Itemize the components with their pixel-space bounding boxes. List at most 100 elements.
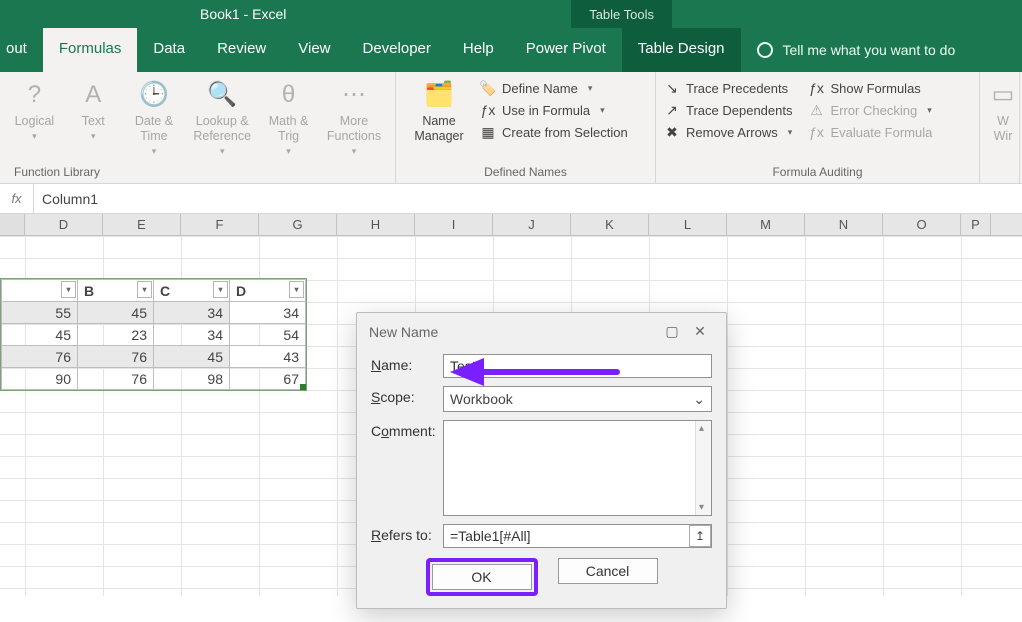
more-icon: ⋯	[339, 80, 369, 110]
tag-icon: 🏷️	[480, 80, 496, 96]
tab-help[interactable]: Help	[447, 28, 510, 72]
table-row[interactable]: 45 23 34 54	[2, 324, 306, 346]
col-header-D[interactable]: D	[25, 214, 103, 235]
chevron-down-icon: ▾	[152, 146, 157, 157]
lightbulb-icon	[757, 42, 773, 58]
tab-partial[interactable]: out	[0, 28, 43, 72]
remove-arrows-button[interactable]: ✖ Remove Arrows▾	[664, 124, 792, 140]
ok-button[interactable]: OK	[432, 564, 532, 590]
tab-data[interactable]: Data	[137, 28, 201, 72]
lookup-button[interactable]: 🔍 Lookup & Reference ▾	[188, 76, 256, 157]
use-in-formula-button[interactable]: ƒx Use in Formula▾	[480, 102, 628, 118]
show-formulas-button[interactable]: ƒx Show Formulas	[808, 80, 932, 96]
group-title-defined-names: Defined Names	[404, 163, 647, 181]
chevron-down-icon: ▾	[32, 131, 37, 142]
filter-icon[interactable]: ▾	[289, 281, 304, 298]
workbook-title: Book1 - Excel	[200, 6, 286, 22]
header-B[interactable]: B▾	[78, 280, 154, 302]
create-from-selection-button[interactable]: ▦ Create from Selection	[480, 124, 628, 140]
theta-icon: θ	[274, 80, 304, 110]
col-header-L[interactable]: L	[649, 214, 727, 235]
header-left-partial[interactable]: ▾	[2, 280, 78, 302]
col-header-F[interactable]: F	[181, 214, 259, 235]
group-formula-auditing: ↘ Trace Precedents ↗ Trace Dependents ✖ …	[656, 72, 980, 183]
name-label: Name:	[371, 354, 443, 373]
trace-precedents-icon: ↘	[664, 80, 680, 96]
col-header-J[interactable]: J	[493, 214, 571, 235]
tab-table-design[interactable]: Table Design	[622, 28, 741, 72]
col-header-I[interactable]: I	[415, 214, 493, 235]
chevron-down-icon: ▾	[600, 105, 605, 116]
formula-input[interactable]: Column1	[34, 184, 1022, 213]
group-defined-names: 🗂️ Name Manager 🏷️ Define Name▾ ƒx Use i…	[396, 72, 656, 183]
tab-formulas[interactable]: Formulas	[43, 28, 138, 72]
trace-precedents-button[interactable]: ↘ Trace Precedents	[664, 80, 792, 96]
name-input[interactable]	[443, 354, 712, 378]
remove-arrows-icon: ✖	[664, 124, 680, 140]
error-checking-icon: ⚠	[808, 102, 824, 118]
clock-icon: 🕒	[139, 80, 169, 110]
name-manager-button[interactable]: 🗂️ Name Manager	[404, 76, 474, 144]
col-header-partial[interactable]	[0, 214, 25, 235]
title-bar: Book1 - Excel Table Tools	[0, 0, 1022, 28]
comment-textarea[interactable]	[443, 420, 712, 516]
col-header-M[interactable]: M	[727, 214, 805, 235]
chevron-down-icon: ▾	[286, 146, 291, 157]
more-functions-button[interactable]: ⋯ More Functions ▾	[321, 76, 387, 157]
tell-me-text: Tell me what you want to do	[783, 42, 956, 58]
chevron-down-icon: ▾	[91, 131, 96, 142]
close-icon[interactable]: ✕	[686, 323, 714, 340]
error-checking-button[interactable]: ⚠ Error Checking▾	[808, 102, 932, 118]
tell-me[interactable]: Tell me what you want to do	[757, 28, 956, 72]
excel-table[interactable]: ▾ B▾ C▾ D▾ 55 45 34 34 45 23 34 54 76 76…	[0, 278, 307, 391]
cancel-button[interactable]: Cancel	[558, 558, 658, 584]
logical-button[interactable]: ? Logical ▾	[8, 76, 61, 142]
group-watch-partial: ▭ W Wir	[980, 72, 1020, 183]
watch-icon: ▭	[988, 80, 1018, 110]
chevron-down-icon: ▾	[220, 146, 225, 157]
maximize-icon[interactable]: ▢	[658, 323, 686, 340]
scrollbar[interactable]	[695, 421, 711, 515]
formula-bar: fx Column1	[0, 184, 1022, 214]
text-button[interactable]: A Text ▾	[67, 76, 120, 142]
dialog-titlebar[interactable]: New Name ▢ ✕	[357, 313, 726, 350]
trace-dependents-button[interactable]: ↗ Trace Dependents	[664, 102, 792, 118]
col-header-K[interactable]: K	[571, 214, 649, 235]
col-header-P[interactable]: P	[961, 214, 991, 235]
col-header-H[interactable]: H	[337, 214, 415, 235]
col-header-N[interactable]: N	[805, 214, 883, 235]
chevron-down-icon: ▾	[352, 146, 357, 157]
table-row[interactable]: 90 76 98 67	[2, 368, 306, 390]
table-resize-handle[interactable]	[300, 384, 306, 390]
col-header-G[interactable]: G	[259, 214, 337, 235]
column-headers: D E F G H I J K L M N O P	[0, 214, 1022, 236]
fx-label[interactable]: fx	[0, 184, 34, 213]
col-header-O[interactable]: O	[883, 214, 961, 235]
refers-to-input[interactable]	[443, 524, 712, 548]
new-name-dialog: New Name ▢ ✕ Name: Scope: Workbook⌄ Comm…	[356, 312, 727, 609]
define-name-button[interactable]: 🏷️ Define Name▾	[480, 80, 628, 96]
header-C[interactable]: C▾	[154, 280, 230, 302]
tab-view[interactable]: View	[282, 28, 346, 72]
table-row[interactable]: 76 76 45 43	[2, 346, 306, 368]
math-button[interactable]: θ Math & Trig ▾	[262, 76, 315, 157]
table-row[interactable]: 55 45 34 34	[2, 302, 306, 324]
evaluate-formula-button[interactable]: ƒx Evaluate Formula	[808, 124, 932, 140]
scope-select[interactable]: Workbook⌄	[443, 386, 712, 412]
trace-dependents-icon: ↗	[664, 102, 680, 118]
tab-review[interactable]: Review	[201, 28, 282, 72]
ok-highlight: OK	[426, 558, 538, 596]
header-D[interactable]: D▾	[230, 280, 306, 302]
contextual-tab-title: Table Tools	[571, 0, 672, 28]
range-picker-icon[interactable]: ↥	[689, 525, 711, 547]
watch-window-button[interactable]: ▭ W Wir	[988, 76, 1018, 144]
ribbon: ? Logical ▾ A Text ▾ 🕒 Date & Time ▾ 🔍 L…	[0, 72, 1022, 184]
datetime-button[interactable]: 🕒 Date & Time ▾	[126, 76, 183, 157]
tab-developer[interactable]: Developer	[347, 28, 447, 72]
filter-icon[interactable]: ▾	[61, 281, 76, 298]
filter-icon[interactable]: ▾	[137, 281, 152, 298]
chevron-down-icon: ▾	[588, 83, 593, 94]
filter-icon[interactable]: ▾	[213, 281, 228, 298]
tab-power-pivot[interactable]: Power Pivot	[510, 28, 622, 72]
col-header-E[interactable]: E	[103, 214, 181, 235]
